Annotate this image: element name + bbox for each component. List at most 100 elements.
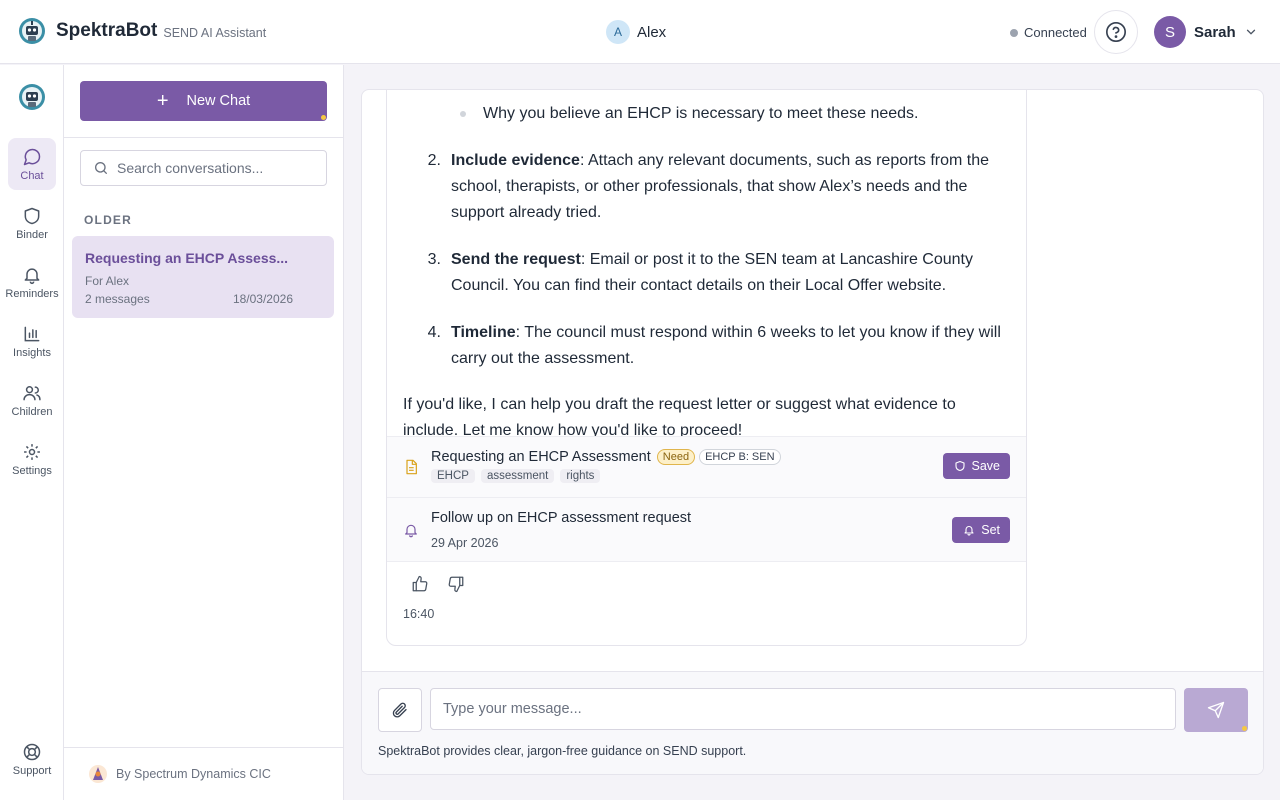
- top-bar: SpektraBot SEND AI Assistant A Alex Conn…: [0, 0, 1280, 64]
- plus-icon: +: [156, 90, 169, 112]
- conversation-panel: + New Chat OLDER Requesting an EHCP Asse…: [64, 65, 344, 800]
- chevron-down-icon: [1246, 29, 1255, 35]
- connection-status: Connected: [1010, 25, 1087, 40]
- chat-bubble-icon: [23, 148, 41, 165]
- bell-icon: [964, 526, 974, 536]
- tag: assessment: [480, 469, 555, 483]
- message-input[interactable]: [430, 688, 1176, 730]
- set-reminder-button[interactable]: Set: [952, 517, 1010, 543]
- nav-item-reminders[interactable]: Reminders: [5, 256, 59, 308]
- new-chat-label: New Chat: [186, 93, 251, 109]
- step-heading: Send the request: [451, 251, 581, 268]
- sidebar-footer: By Spectrum Dynamics CIC: [64, 747, 344, 800]
- nav-item-label: Children: [11, 405, 53, 418]
- connection-status-label: Connected: [1024, 25, 1087, 40]
- nav-item-children[interactable]: Children: [8, 374, 56, 426]
- reminder-date: 29 Apr 2026: [431, 536, 499, 550]
- search-icon: [95, 162, 107, 174]
- step-detail: : The council must respond within 6 week…: [451, 324, 1001, 367]
- new-chat-button[interactable]: + New Chat: [80, 81, 327, 121]
- search-box[interactable]: [80, 150, 327, 186]
- search-input[interactable]: [117, 160, 317, 176]
- question-circle-icon: [1106, 22, 1126, 42]
- conversation-meta: 2 messages 18/03/2026: [85, 292, 321, 306]
- notification-dot: [321, 115, 326, 120]
- active-child-selector[interactable]: A Alex: [606, 20, 666, 44]
- tag: EHCP: [431, 469, 475, 483]
- conversation-item[interactable]: Requesting an EHCP Assess... For Alex 2 …: [72, 236, 334, 318]
- shield-icon: [24, 207, 40, 224]
- brand-logo-group[interactable]: SpektraBot SEND AI Assistant: [18, 17, 266, 45]
- step-heading: Timeline: [451, 324, 516, 341]
- message-bullet: Why you believe an EHCP is necessary to …: [403, 101, 1010, 127]
- divider: [64, 137, 344, 138]
- document-tags: EHCP assessment rights: [431, 469, 606, 483]
- section-label-older: OLDER: [84, 213, 132, 227]
- message-body: Why you believe an EHCP is necessary to …: [387, 90, 1026, 444]
- help-button[interactable]: [1094, 10, 1138, 54]
- nav-rail: Chat Binder Reminders Insights Children …: [0, 65, 64, 800]
- nav-item-insights[interactable]: Insights: [8, 315, 56, 367]
- user-menu[interactable]: S Sarah: [1154, 16, 1258, 48]
- thumbs-down-icon: [448, 576, 464, 593]
- step-number: 3.: [427, 251, 441, 268]
- thumbs-down-button[interactable]: [447, 575, 465, 598]
- conversation-child: For Alex: [85, 274, 130, 288]
- shield-icon: [954, 460, 965, 472]
- save-button[interactable]: Save: [942, 453, 1010, 479]
- assistant-message: Why you believe an EHCP is necessary to …: [386, 90, 1027, 646]
- company-credit: By Spectrum Dynamics CIC: [116, 767, 271, 781]
- send-icon: [1207, 701, 1225, 719]
- set-button-label: Set: [981, 523, 1000, 537]
- bell-icon: [405, 524, 417, 538]
- nav-item-settings[interactable]: Settings: [8, 433, 56, 485]
- child-avatar: A: [606, 20, 630, 44]
- user-name: Sarah: [1194, 23, 1236, 41]
- robot-logo-icon: [19, 18, 45, 44]
- step-number: 4.: [427, 324, 441, 341]
- section-badge: EHCP B: SEN: [699, 449, 781, 465]
- reminder-suggestion: Follow up on EHCP assessment request 29 …: [387, 497, 1026, 562]
- send-button[interactable]: [1184, 688, 1248, 732]
- brand-subtitle: SEND AI Assistant: [163, 26, 267, 40]
- conversation-message-count: 2 messages: [85, 292, 150, 306]
- message-step: 4. Timeline: The council must respond wi…: [403, 320, 1010, 372]
- chat-panel: Why you believe an EHCP is necessary to …: [361, 89, 1264, 775]
- gear-icon: [24, 443, 40, 460]
- nav-item-label: Chat: [20, 169, 44, 182]
- users-icon: [23, 385, 41, 400]
- feedback-buttons: [411, 575, 483, 598]
- attach-button[interactable]: [378, 688, 422, 732]
- brand-name: SpektraBot: [56, 20, 158, 41]
- message-timestamp: 16:40: [403, 607, 435, 621]
- conversation-title: Requesting an EHCP Assess...: [85, 250, 289, 266]
- nav-item-label: Settings: [12, 464, 52, 477]
- bell-icon: [24, 267, 40, 284]
- document-title-row: Requesting an EHCP Assessment Need EHCP B:…: [431, 449, 781, 465]
- tag: rights: [560, 469, 601, 483]
- company-logo-icon: [89, 765, 107, 783]
- nav-item-chat[interactable]: Chat: [8, 138, 56, 190]
- thumbs-up-icon: [412, 575, 428, 592]
- message-composer: SpektraBot provides clear, jargon-free g…: [362, 671, 1263, 774]
- bar-chart-icon: [24, 326, 40, 341]
- thumbs-up-button[interactable]: [411, 575, 429, 598]
- nav-item-label: Support: [12, 764, 52, 777]
- step-heading: Include evidence: [451, 152, 580, 169]
- notification-dot: [1242, 726, 1247, 731]
- paperclip-icon: [392, 702, 407, 718]
- document-title: Requesting an EHCP Assessment: [431, 449, 651, 465]
- step-text: Send the request: Email or post it to th…: [451, 247, 1010, 299]
- composer-disclaimer: SpektraBot provides clear, jargon-free g…: [378, 744, 747, 758]
- step-text: Timeline: The council must respond withi…: [451, 320, 1010, 372]
- robot-logo-icon[interactable]: [18, 83, 46, 111]
- step-number: 2.: [427, 152, 441, 169]
- document-icon: [406, 459, 417, 475]
- status-dot-icon: [1010, 28, 1018, 37]
- nav-item-binder[interactable]: Binder: [8, 197, 56, 249]
- nav-item-support[interactable]: Support: [8, 733, 56, 785]
- nav-item-label: Insights: [13, 346, 51, 359]
- lifebuoy-icon: [23, 743, 41, 760]
- step-text: Include evidence: Attach any relevant do…: [451, 148, 1010, 226]
- message-step: 3. Send the request: Email or post it to…: [403, 247, 1010, 299]
